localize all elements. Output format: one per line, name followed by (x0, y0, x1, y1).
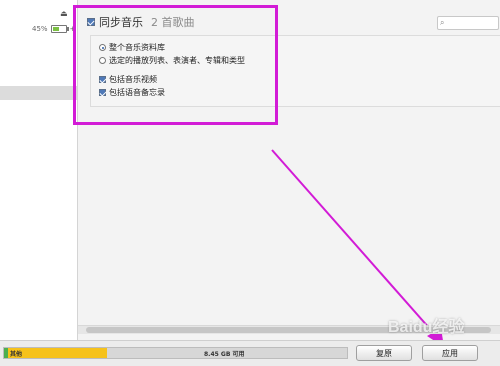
apply-button[interactable]: 应用 (422, 345, 478, 361)
annotation-arrow (271, 149, 444, 347)
capacity-other-label: 其他 (10, 351, 23, 358)
watermark-logo: Baidu经验 (388, 319, 465, 336)
capacity-free-label: 8.45 GB 可用 (204, 351, 245, 358)
capacity-segment-other (8, 348, 107, 358)
bottom-bar: 其他 8.45 GB 可用 复原 应用 (0, 340, 500, 366)
capacity-bar: 其他 8.45 GB 可用 (3, 347, 348, 359)
arrow-line (271, 149, 439, 339)
revert-button[interactable]: 复原 (356, 345, 412, 361)
